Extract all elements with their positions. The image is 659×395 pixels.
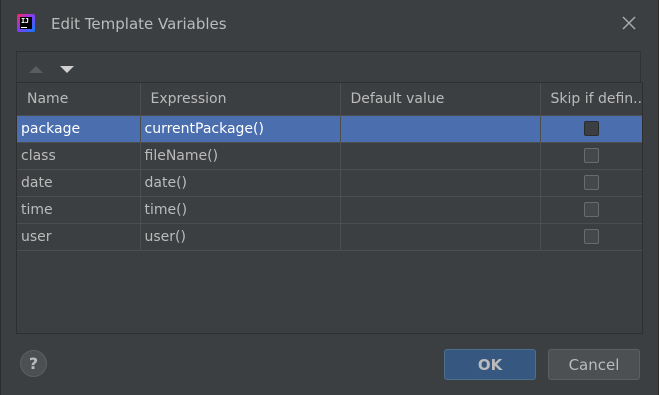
title-bar: IJ Edit Template Variables [1,0,658,48]
arrow-up-icon [29,66,43,73]
cell-default-value[interactable] [340,169,541,197]
skip-if-defined-checkbox[interactable] [583,175,599,190]
cell-expression[interactable]: fileName() [140,142,341,170]
variables-table: Name Expression Default value Skip if de… [16,82,643,334]
cell-expression[interactable]: user() [140,223,341,251]
cell-name[interactable]: package [17,115,141,143]
table-row[interactable]: class fileName() [17,142,642,170]
table-row[interactable]: time time() [17,196,642,224]
table-row[interactable]: user user() [17,223,642,251]
dialog-title: Edit Template Variables [51,15,227,33]
cancel-button[interactable]: Cancel [548,349,640,380]
skip-if-defined-checkbox[interactable] [583,202,599,217]
cell-skip-if-defined[interactable] [540,169,642,197]
table-header-row: Name Expression Default value Skip if de… [17,83,642,116]
move-down-button[interactable] [58,61,76,75]
cell-default-value[interactable] [340,223,541,251]
column-header-default-value[interactable]: Default value [340,83,541,116]
cell-skip-if-defined[interactable] [540,142,642,170]
edit-template-variables-dialog: IJ Edit Template Variables Name Expressi… [0,0,659,395]
table-row[interactable]: date date() [17,169,642,197]
cell-name[interactable]: time [17,196,141,224]
help-button[interactable]: ? [20,350,47,377]
column-header-name[interactable]: Name [17,83,141,116]
cell-name[interactable]: user [17,223,141,251]
move-up-button[interactable] [27,61,45,75]
ok-button[interactable]: OK [444,349,536,380]
cell-skip-if-defined[interactable] [540,196,642,224]
column-header-expression[interactable]: Expression [140,83,341,116]
arrow-down-icon [60,66,74,73]
cell-default-value[interactable] [340,115,541,143]
cell-expression[interactable]: date() [140,169,341,197]
help-icon: ? [28,354,39,373]
cell-skip-if-defined[interactable] [540,223,642,251]
table-toolbar [16,51,641,82]
cell-default-value[interactable] [340,196,541,224]
cell-skip-if-defined[interactable] [540,115,642,143]
intellij-idea-icon: IJ [17,14,35,32]
column-header-skip-if-defined[interactable]: Skip if defin... [540,83,642,116]
app-icon-mark: IJ [21,17,29,25]
cell-name[interactable]: class [17,142,141,170]
cell-default-value[interactable] [340,142,541,170]
skip-if-defined-checkbox[interactable] [583,229,599,244]
close-button[interactable] [618,12,640,34]
cell-expression[interactable]: currentPackage() [140,115,341,143]
skip-if-defined-checkbox[interactable] [583,148,599,163]
table-row[interactable]: package currentPackage() [17,115,642,143]
skip-if-defined-checkbox[interactable] [583,121,599,136]
close-icon [622,16,636,30]
cell-expression[interactable]: time() [140,196,341,224]
cell-name[interactable]: date [17,169,141,197]
